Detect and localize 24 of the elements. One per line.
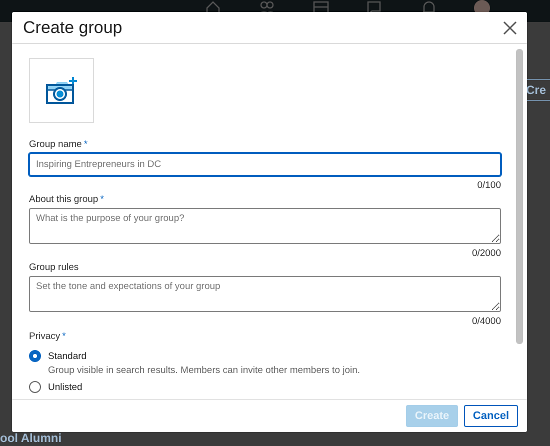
input-field[interactable]: Inspiring Entrepreneurs in DC — [29, 153, 501, 176]
text-area[interactable]: What is the purpose of your group? — [29, 208, 501, 244]
required-asterisk: * — [62, 331, 66, 342]
privacy-label: Privacy — [29, 331, 60, 342]
character-counter: 0/100 — [476, 180, 501, 191]
cancel-button[interactable]: Cancel — [464, 405, 518, 427]
option-description: Group visible in search results. Members can invite other members to join. — [48, 365, 360, 376]
radio-button[interactable] — [29, 381, 41, 393]
field-label: About this group — [29, 194, 98, 205]
camera-plus-icon — [44, 74, 80, 106]
option-label: Standard — [48, 351, 88, 362]
photo-upload-button[interactable] — [29, 58, 94, 123]
character-counter: 0/2000 — [470, 248, 501, 259]
field-label: Group name — [29, 139, 82, 150]
close-icon[interactable] — [502, 20, 518, 36]
required-asterisk: * — [84, 139, 88, 150]
text-area[interactable]: Set the tone and expectations of your group — [29, 276, 501, 312]
required-asterisk: * — [100, 194, 104, 205]
option-label: Unlisted — [48, 382, 82, 393]
dialog-title: Create group — [23, 18, 122, 38]
field-label: Group rules — [29, 262, 79, 273]
radio-button[interactable] — [29, 350, 41, 362]
group-name[interactable]: ool Alumni — [0, 431, 62, 445]
character-counter: 0/4000 — [470, 316, 501, 327]
